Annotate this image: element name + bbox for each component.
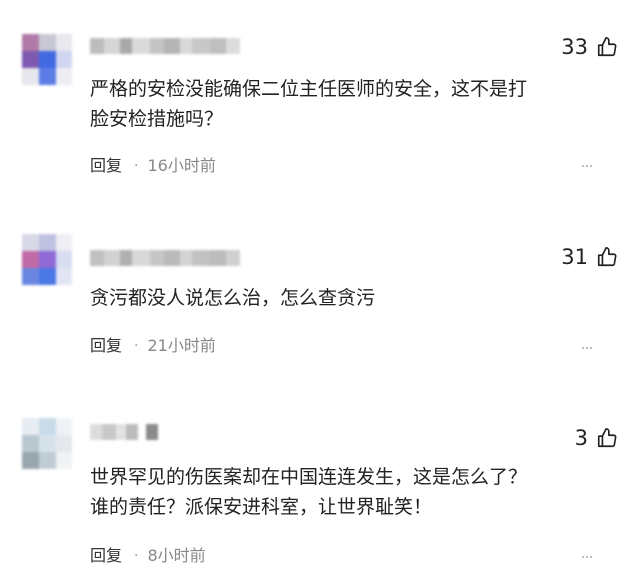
avatar-mosaic-cell <box>56 268 72 285</box>
username-blur-block <box>104 250 120 266</box>
avatar-mosaic-cell <box>22 452 39 469</box>
like-button[interactable]: 31 <box>561 245 618 269</box>
username-blur-block <box>164 250 180 266</box>
avatar-mosaic-cell <box>39 418 56 435</box>
avatar-mosaic-cell <box>39 435 56 452</box>
separator: · <box>134 548 139 564</box>
username-blur-block <box>150 250 164 266</box>
comment-text: 世界罕见的伤医案却在中国连连发生，这是怎么了？ 谁的责任？派保安进科室，让世界耻… <box>90 462 610 522</box>
username-blur-block <box>180 250 192 266</box>
username-blur-block <box>146 424 158 440</box>
avatar-mosaic-cell <box>56 234 72 251</box>
like-count: 3 <box>574 426 588 450</box>
username-blur-block <box>120 250 132 266</box>
username-blurred[interactable] <box>90 250 240 266</box>
avatar-mosaic-cell <box>39 251 56 268</box>
like-button[interactable]: 3 <box>575 426 618 450</box>
timestamp: 21小时前 <box>147 336 216 355</box>
avatar-mosaic-cell <box>56 418 72 435</box>
username-blur-block <box>210 250 226 266</box>
avatar[interactable] <box>22 418 72 470</box>
like-count: 31 <box>561 245 588 269</box>
avatar-mosaic-cell <box>56 435 72 452</box>
thumbs-up-icon <box>596 427 618 449</box>
comment-item: 3 世界罕见的伤医案却在中国连连发生，这是怎么了？ 谁的责任？派保安进科室，让世… <box>0 0 640 565</box>
comment-meta: 回复 · 21小时前 <box>90 336 216 356</box>
reply-button[interactable]: 回复 <box>90 336 122 356</box>
reply-button[interactable]: 回复 <box>90 546 122 566</box>
username-blur-block <box>132 250 150 266</box>
username-blur-block <box>116 424 126 440</box>
thumbs-up-icon <box>596 246 618 268</box>
username-blur-block <box>126 424 138 440</box>
avatar-mosaic-cell <box>22 251 39 268</box>
comment-text-line: 谁的责任？派保安进科室，让世界耻笑！ <box>90 496 433 518</box>
username-blur-block <box>102 424 116 440</box>
avatar[interactable] <box>22 234 72 286</box>
avatar-mosaic-cell <box>22 435 39 452</box>
avatar-mosaic-cell <box>22 418 39 435</box>
comment-text: 贪污都没人说怎么治，怎么查贪污 <box>90 283 610 313</box>
avatar-mosaic-cell <box>39 452 56 469</box>
avatar-mosaic-cell <box>56 251 72 268</box>
username-blurred[interactable] <box>90 424 158 440</box>
comment-meta: 回复 · 8小时前 <box>90 546 206 566</box>
avatar-mosaic-cell <box>22 234 39 251</box>
avatar-mosaic-cell <box>39 268 56 285</box>
username-blur-block <box>138 424 146 440</box>
more-dots-icon[interactable] <box>582 347 592 349</box>
timestamp: 8小时前 <box>147 546 206 565</box>
comment-text-line: 贪污都没人说怎么治，怎么查贪污 <box>90 287 376 309</box>
avatar-mosaic-cell <box>22 268 39 285</box>
avatar-mosaic-cell <box>56 452 72 469</box>
username-blur-block <box>90 424 102 440</box>
username-blur-block <box>192 250 210 266</box>
separator: · <box>134 338 139 354</box>
more-dots-icon[interactable] <box>582 556 592 558</box>
comment-text-line: 世界罕见的伤医案却在中国连连发生，这是怎么了？ <box>90 466 528 488</box>
username-blur-block <box>226 250 240 266</box>
avatar-mosaic-cell <box>39 234 56 251</box>
username-blur-block <box>90 250 104 266</box>
